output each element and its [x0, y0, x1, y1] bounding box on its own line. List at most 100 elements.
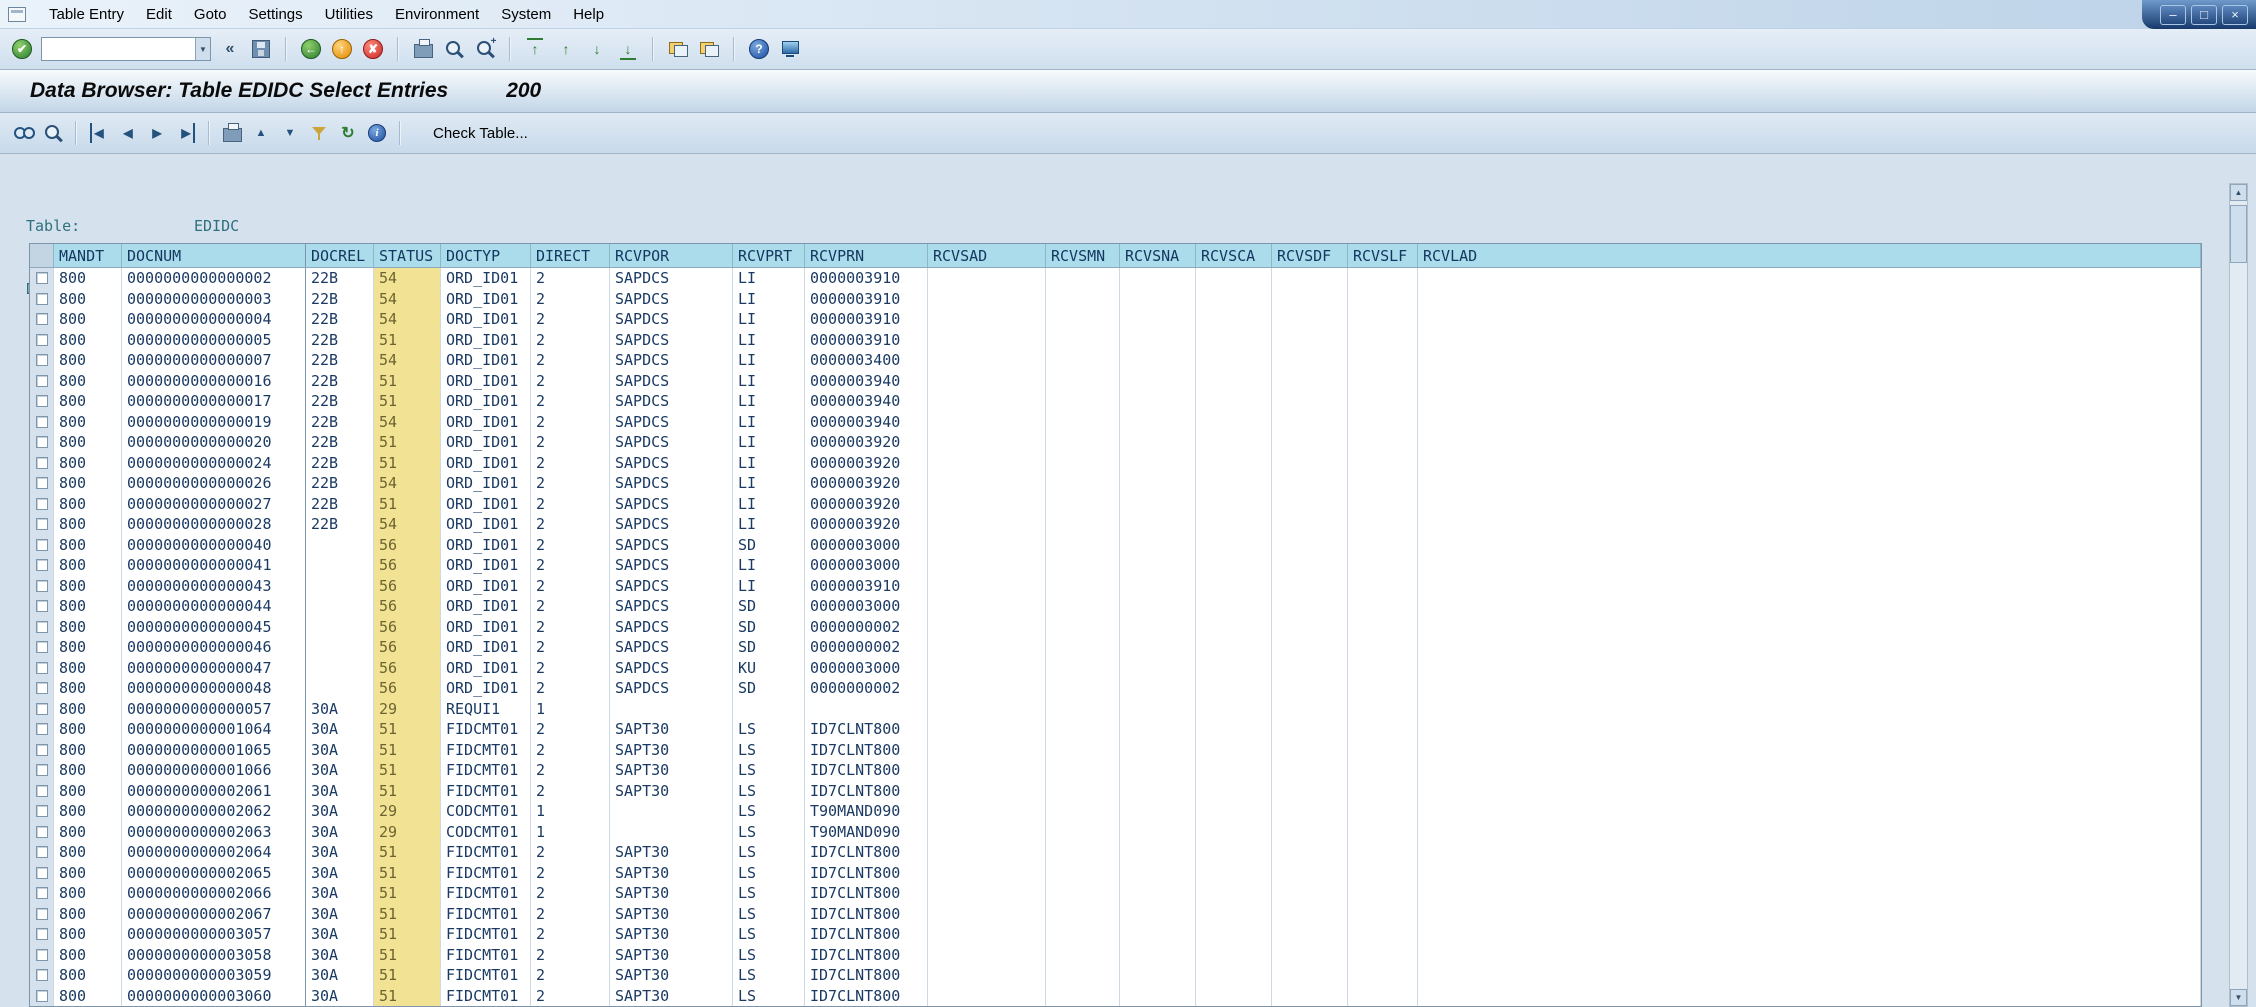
cell-doctyp[interactable]: CODCMT01	[441, 801, 531, 822]
cell-rcvsca[interactable]	[1196, 801, 1272, 822]
cell-rcvsad[interactable]	[928, 514, 1046, 535]
column-header-doctyp[interactable]: DOCTYP	[441, 244, 531, 267]
cell-rcvsmn[interactable]	[1046, 535, 1120, 556]
cell-rcvslf[interactable]	[1348, 412, 1418, 433]
cell-rcvsdf[interactable]	[1272, 863, 1348, 884]
cell-rcvpor[interactable]	[610, 699, 733, 720]
cell-rcvprt[interactable]: LS	[733, 801, 805, 822]
cell-docnum[interactable]: 0000000000000027	[122, 494, 306, 515]
cell-rcvlad[interactable]	[1418, 412, 2201, 433]
cell-rcvslf[interactable]	[1348, 576, 1418, 597]
cell-rcvpor[interactable]: SAPT30	[610, 760, 733, 781]
cell-direct[interactable]: 2	[531, 555, 610, 576]
cell-docnum[interactable]: 0000000000000026	[122, 473, 306, 494]
cell-rcvsca[interactable]	[1196, 719, 1272, 740]
cell-rcvsna[interactable]	[1120, 412, 1196, 433]
cell-rcvslf[interactable]	[1348, 268, 1418, 289]
cell-rcvsdf[interactable]	[1272, 945, 1348, 966]
cell-rcvpor[interactable]: SAPDCS	[610, 576, 733, 597]
cell-docnum[interactable]: 0000000000000057	[122, 699, 306, 720]
cell-rcvsmn[interactable]	[1046, 740, 1120, 761]
cell-direct[interactable]: 2	[531, 350, 610, 371]
cell-status[interactable]: 56	[374, 555, 441, 576]
cell-rcvprn[interactable]: ID7CLNT800	[805, 842, 928, 863]
cell-rcvslf[interactable]	[1348, 842, 1418, 863]
collapse-toolbar-icon[interactable]: «	[218, 36, 242, 62]
cell-rcvpor[interactable]: SAPT30	[610, 883, 733, 904]
cell-rcvslf[interactable]	[1348, 289, 1418, 310]
cell-rcvlad[interactable]	[1418, 555, 2201, 576]
cell-rcvsca[interactable]	[1196, 904, 1272, 925]
cell-rcvprn[interactable]: 0000003920	[805, 453, 928, 474]
cell-rcvprt[interactable]: SD	[733, 617, 805, 638]
cell-rcvpor[interactable]: SAPT30	[610, 924, 733, 945]
cell-direct[interactable]: 2	[531, 494, 610, 515]
cell-rcvprn[interactable]: ID7CLNT800	[805, 904, 928, 925]
first-page-icon[interactable]: ↑	[523, 36, 547, 62]
row-checkbox[interactable]	[36, 477, 48, 489]
cell-rcvpor[interactable]: SAPDCS	[610, 514, 733, 535]
cell-rcvslf[interactable]	[1348, 678, 1418, 699]
enter-icon[interactable]: ✔	[12, 39, 32, 59]
cell-rcvsca[interactable]	[1196, 965, 1272, 986]
cell-rcvsdf[interactable]	[1272, 535, 1348, 556]
cell-rcvslf[interactable]	[1348, 924, 1418, 945]
cell-rcvprn[interactable]: ID7CLNT800	[805, 945, 928, 966]
cell-rcvslf[interactable]	[1348, 535, 1418, 556]
cell-rcvsdf[interactable]	[1272, 371, 1348, 392]
last-page-icon[interactable]: ↓	[616, 36, 640, 62]
cell-mandt[interactable]: 800	[54, 842, 122, 863]
cell-rcvpor[interactable]: SAPDCS	[610, 473, 733, 494]
cell-rcvsca[interactable]	[1196, 391, 1272, 412]
cell-rcvprt[interactable]: LS	[733, 781, 805, 802]
cell-rcvprn[interactable]: 0000003940	[805, 371, 928, 392]
cell-rcvprn[interactable]: ID7CLNT800	[805, 719, 928, 740]
cell-status[interactable]: 56	[374, 658, 441, 679]
cell-doctyp[interactable]: ORD_ID01	[441, 391, 531, 412]
cell-doctyp[interactable]: ORD_ID01	[441, 514, 531, 535]
cell-status[interactable]: 54	[374, 473, 441, 494]
save-icon[interactable]	[252, 40, 270, 58]
details-icon[interactable]	[14, 127, 35, 139]
column-header-rcvprt[interactable]: RCVPRT	[733, 244, 805, 267]
command-dropdown-icon[interactable]: ▼	[195, 38, 210, 60]
filter-icon[interactable]	[311, 125, 327, 141]
cell-direct[interactable]: 2	[531, 535, 610, 556]
cell-rcvsdf[interactable]	[1272, 678, 1348, 699]
cell-rcvsad[interactable]	[928, 658, 1046, 679]
cell-rcvsdf[interactable]	[1272, 760, 1348, 781]
cell-rcvprn[interactable]	[805, 699, 928, 720]
cell-rcvprt[interactable]: LI	[733, 371, 805, 392]
cell-rcvslf[interactable]	[1348, 432, 1418, 453]
cell-rcvsdf[interactable]	[1272, 637, 1348, 658]
cell-rcvsmn[interactable]	[1046, 781, 1120, 802]
cell-direct[interactable]: 2	[531, 596, 610, 617]
scroll-up-icon[interactable]: ▲	[2230, 184, 2247, 201]
cell-docrel[interactable]: 22B	[306, 494, 374, 515]
cell-rcvsdf[interactable]	[1272, 289, 1348, 310]
column-header-docnum[interactable]: DOCNUM	[122, 244, 306, 267]
cell-doctyp[interactable]: CODCMT01	[441, 822, 531, 843]
cell-rcvsad[interactable]	[928, 330, 1046, 351]
cell-rcvsna[interactable]	[1120, 289, 1196, 310]
cell-rcvsad[interactable]	[928, 801, 1046, 822]
cell-rcvpor[interactable]: SAPT30	[610, 863, 733, 884]
cell-rcvsca[interactable]	[1196, 617, 1272, 638]
cell-mandt[interactable]: 800	[54, 678, 122, 699]
cell-mandt[interactable]: 800	[54, 473, 122, 494]
cell-docrel[interactable]: 22B	[306, 412, 374, 433]
cell-rcvsca[interactable]	[1196, 535, 1272, 556]
cell-direct[interactable]: 2	[531, 678, 610, 699]
cell-rcvprt[interactable]: LI	[733, 432, 805, 453]
cell-doctyp[interactable]: ORD_ID01	[441, 330, 531, 351]
cell-rcvsad[interactable]	[928, 883, 1046, 904]
cell-docnum[interactable]: 0000000000002066	[122, 883, 306, 904]
cell-status[interactable]: 51	[374, 863, 441, 884]
cell-rcvprn[interactable]: ID7CLNT800	[805, 965, 928, 986]
cell-docnum[interactable]: 0000000000002062	[122, 801, 306, 822]
cell-rcvsmn[interactable]	[1046, 494, 1120, 515]
cell-mandt[interactable]: 800	[54, 289, 122, 310]
cell-status[interactable]: 51	[374, 391, 441, 412]
maximize-button[interactable]: □	[2191, 5, 2217, 25]
cell-rcvsna[interactable]	[1120, 371, 1196, 392]
